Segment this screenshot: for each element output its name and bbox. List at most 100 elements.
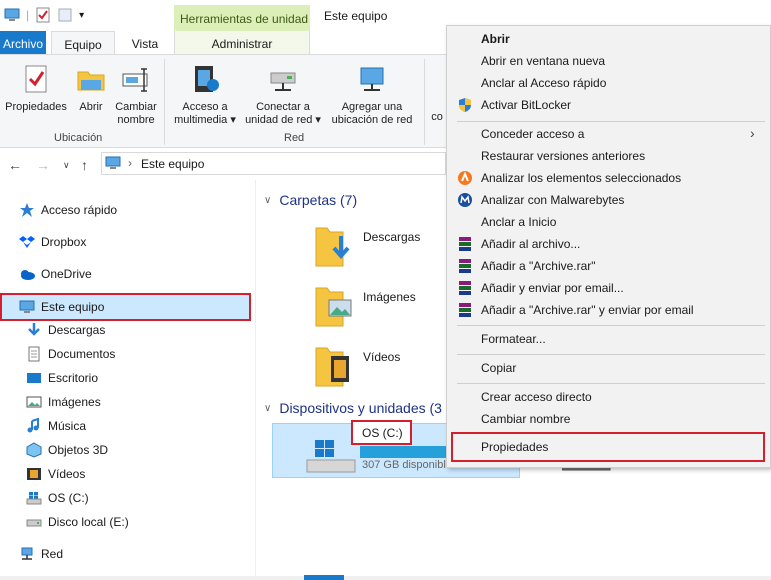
up-arrow-icon[interactable]: ↑ [81,157,88,173]
nav-item-escritorio[interactable]: Escritorio [26,367,98,389]
back-arrow-icon[interactable]: ← [8,157,22,173]
nav-item-documentos[interactable]: Documentos [26,343,115,365]
winrar-icon [457,302,473,318]
videos-folder-icon [313,342,353,390]
cambiar-nombre-button[interactable]: Cambiar nombre [112,61,160,127]
menu-item-propiedades[interactable]: Propiedades [481,436,548,458]
folder-descargas[interactable]: Descargas [313,222,453,272]
avast-icon [457,170,473,186]
nav-label: OS (C:) [48,491,89,505]
nav-item-musica[interactable]: Música [26,415,86,437]
partial-ribbon-label: co [431,111,443,123]
rename-icon [120,63,152,95]
new-folder-icon[interactable] [57,7,73,23]
tab-equipo[interactable]: Equipo [51,31,115,54]
menu-separator [457,121,765,122]
computer-icon[interactable] [4,7,20,23]
media-access-icon [189,63,221,95]
nav-label: Acceso rápido [41,203,118,217]
nav-label: Documentos [48,347,116,361]
forward-arrow-icon[interactable]: → [36,157,50,173]
menu-item-cambiar-nombre[interactable]: Cambiar nombre [481,408,570,430]
menu-item-anadir-email[interactable]: Añadir y enviar por email... [481,277,624,299]
menu-item-abrir[interactable]: Abrir [481,28,510,50]
nav-label: Escritorio [48,371,99,385]
nav-item-este-equipo[interactable]: Este equipo [0,293,251,321]
acceso-multimedia-button[interactable]: Acceso a multimedia ▾ [170,61,240,127]
winrar-icon [457,258,473,274]
abrir-label: Abrir [79,101,103,113]
agregar-ubicacion-label-2: ubicación de red [331,114,413,126]
menu-item-bitlocker[interactable]: Activar BitLocker [481,94,571,116]
menu-item-anadir-archivo[interactable]: Añadir al archivo... [481,233,580,255]
red-group-label: Red [284,132,305,144]
nav-item-descargas[interactable]: Descargas [26,319,105,341]
menu-item-restaurar[interactable]: Restaurar versiones anteriores [481,145,645,167]
nav-item-objetos3d[interactable]: Objetos 3D [26,439,108,461]
nav-label: Imágenes [48,395,101,409]
dispositivos-section-header[interactable]: ∨ Dispositivos y unidades (3 [264,400,454,416]
menu-separator [457,383,765,384]
recent-locations-icon[interactable]: ∨ [63,160,70,171]
nav-label: Red [41,547,64,561]
tab-vista[interactable]: Vista [122,31,168,54]
cambiar-nombre-label-2: nombre [117,114,155,126]
nav-label: Objetos 3D [48,443,109,457]
menu-item-anadir-rar[interactable]: Añadir a "Archive.rar" [481,255,596,277]
properties-icon [20,63,52,95]
acceso-multimedia-label-1: Acceso a [182,101,228,113]
nav-item-imagenes[interactable]: Imágenes [26,391,101,413]
drive-name[interactable]: OS (C:) [362,426,403,440]
folder-videos[interactable]: Vídeos [313,342,453,392]
nav-item-red[interactable]: Red [19,543,63,565]
menu-item-abrir-ventana[interactable]: Abrir en ventana nueva [481,50,605,72]
menu-item-malwarebytes[interactable]: Analizar con Malwarebytes [481,189,624,211]
menu-item-formatear[interactable]: Formatear... [481,328,546,350]
winrar-icon [457,236,473,252]
tab-archivo[interactable]: Archivo [0,31,46,54]
folder-imagenes[interactable]: Imágenes [313,282,453,332]
drive-icon [26,514,42,530]
nav-item-acceso-rapido[interactable]: Acceso rápido [19,199,117,221]
conectar-unidad-red-button[interactable]: Conectar a unidad de red ▾ [240,61,326,127]
agregar-ubicacion-red-button[interactable]: Agregar una ubicación de red [326,61,418,127]
horizontal-scrollbar[interactable] [0,576,771,580]
nav-item-dropbox[interactable]: Dropbox [19,231,86,253]
conectar-red-label-2: unidad de red ▾ [245,114,321,126]
acceso-multimedia-label-2: multimedia ▾ [174,114,236,126]
pictures-folder-icon [313,282,353,330]
network-drive-icon [267,63,299,95]
menu-item-anadir-rar-email[interactable]: Añadir a "Archive.rar" y enviar por emai… [481,299,694,321]
menu-item-anclar-inicio[interactable]: Anclar a Inicio [481,211,556,233]
propiedades-button[interactable]: Propiedades [2,61,70,114]
scrollbar-thumb[interactable] [304,575,344,580]
nav-item-onedrive[interactable]: OneDrive [19,263,92,285]
nav-item-videos[interactable]: Vídeos [26,463,85,485]
nav-item-os-c[interactable]: OS (C:) [26,487,89,509]
tab-administrar[interactable]: Administrar [174,31,310,54]
group-divider [164,59,165,145]
menu-item-crear-acceso[interactable]: Crear acceso directo [481,386,592,408]
breadcrumb-chevron-icon[interactable]: › [128,156,132,170]
cloud-icon [19,266,35,282]
nav-label: Descargas [48,323,106,337]
shield-icon [457,97,473,113]
customize-toolbar-icon[interactable]: ▾ [79,10,84,21]
group-divider [424,59,425,145]
menu-item-anclar-acceso[interactable]: Anclar al Acceso rápido [481,72,606,94]
menu-item-conceder[interactable]: Conceder acceso a [481,123,584,145]
abrir-button[interactable]: Abrir [74,61,108,114]
window-title: Este equipo [324,9,388,23]
drive-name-highlight: OS (C:) [351,420,412,445]
cube-icon [26,442,42,458]
music-note-icon [26,417,42,434]
carpetas-section-header[interactable]: ∨ Carpetas (7) [264,192,357,208]
menu-item-copiar[interactable]: Copiar [481,357,516,379]
breadcrumb[interactable]: Este equipo [141,157,204,171]
menu-item-analizar-seleccionados[interactable]: Analizar los elementos seleccionados [481,167,681,189]
nav-item-disco-e[interactable]: Disco local (E:) [26,511,129,533]
properties-icon[interactable] [35,7,51,23]
windows-drive-icon [305,438,357,477]
cambiar-nombre-label-1: Cambiar [115,101,157,113]
picture-icon [26,394,42,410]
